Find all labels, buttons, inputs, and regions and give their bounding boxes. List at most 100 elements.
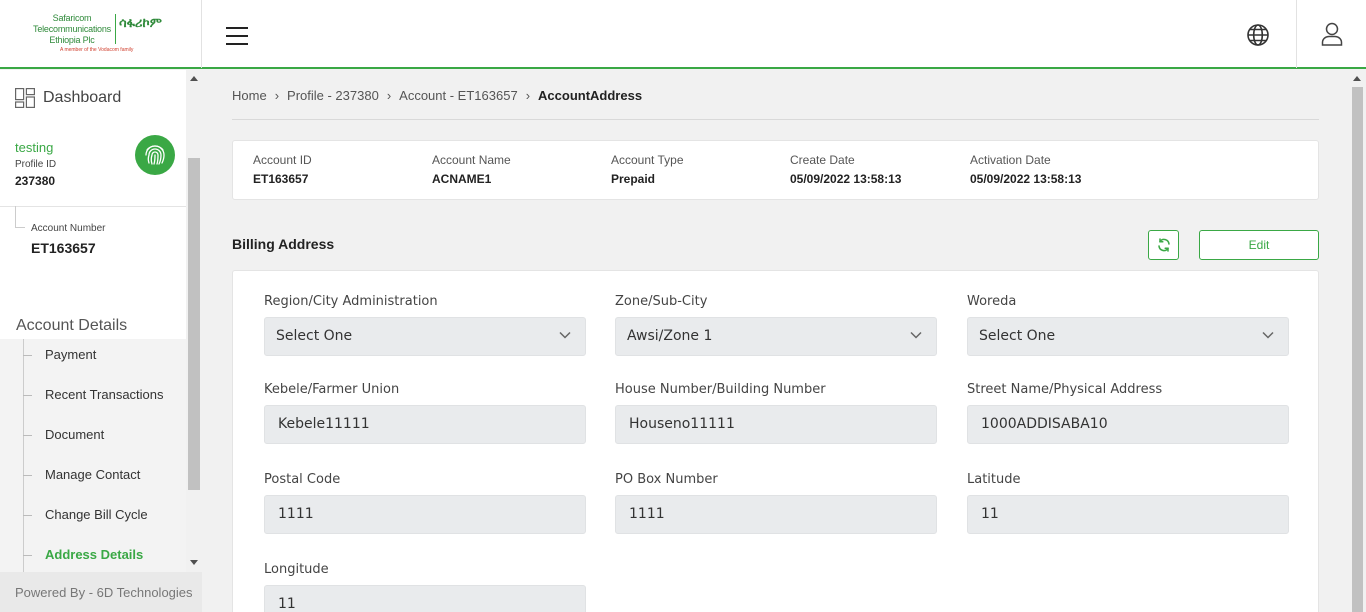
region-label: Region/City Administration [264, 294, 438, 309]
top-header: Safaricom Telecommunications Ethiopia Pl… [0, 0, 1366, 69]
scrollbar-thumb[interactable] [1352, 87, 1363, 612]
scrollbar-thumb[interactable] [188, 158, 200, 490]
region-select[interactable]: Select One [264, 317, 586, 356]
house-number-field[interactable]: Houseno11111 [615, 405, 937, 444]
account-id-label: Account ID [253, 153, 312, 167]
woreda-select[interactable]: Select One [967, 317, 1289, 356]
create-date-label: Create Date [790, 153, 855, 167]
globe-icon[interactable] [1246, 23, 1270, 47]
brand-logo[interactable]: Safaricom Telecommunications Ethiopia Pl… [0, 0, 202, 68]
scroll-down-arrow-icon[interactable] [190, 560, 198, 565]
zone-select[interactable]: Awsi/Zone 1 [615, 317, 937, 356]
tree-tick [23, 395, 32, 396]
account-details-heading: Account Details [16, 317, 128, 334]
fingerprint-icon [135, 135, 175, 175]
zone-label: Zone/Sub-City [615, 294, 708, 309]
sidebar-item-address-details[interactable]: Address Details [45, 547, 143, 562]
kebele-field[interactable]: Kebele11111 [264, 405, 586, 444]
profile-id-label: Profile ID [15, 159, 57, 170]
latitude-field[interactable]: 11 [967, 495, 1289, 534]
breadcrumb-home[interactable]: Home [232, 88, 267, 103]
account-details-menu: Payment Recent Transactions Document Man… [0, 339, 186, 572]
scroll-up-arrow-icon[interactable] [190, 76, 198, 81]
chevron-down-icon [910, 331, 922, 339]
account-name-label: Account Name [432, 153, 511, 167]
postal-code-label: Postal Code [264, 472, 341, 487]
tree-tick [23, 475, 32, 476]
chevron-down-icon [1262, 331, 1274, 339]
activation-date-label: Activation Date [970, 153, 1051, 167]
woreda-label: Woreda [967, 294, 1017, 309]
breadcrumb-divider [232, 119, 1319, 120]
sidebar-divider [0, 206, 186, 207]
house-number-label: House Number/Building Number [615, 382, 826, 397]
scroll-up-arrow-icon[interactable] [1353, 76, 1361, 81]
powered-by-footer: Powered By - 6D Technologies [0, 572, 202, 612]
sidebar-item-change-bill-cycle[interactable]: Change Bill Cycle [45, 507, 148, 522]
brand-name-am: ሳፋሪኮም [119, 16, 162, 31]
zone-select-value: Awsi/Zone 1 [627, 328, 713, 344]
tree-line [23, 339, 24, 572]
breadcrumb: Home › Profile - 237380 › Account - ET16… [232, 88, 642, 103]
user-icon[interactable] [1321, 22, 1343, 46]
sidebar-item-document[interactable]: Document [45, 427, 104, 442]
region-select-value: Select One [276, 328, 353, 344]
account-type-label: Account Type [611, 153, 684, 167]
street-name-field[interactable]: 1000ADDISABA10 [967, 405, 1289, 444]
kebele-label: Kebele/Farmer Union [264, 382, 400, 397]
breadcrumb-account[interactable]: Account - ET163657 [399, 88, 518, 103]
postal-code-field[interactable]: 1111 [264, 495, 586, 534]
brand-tagline: A member of the Vodacom family [60, 47, 134, 53]
dashboard-label: Dashboard [43, 89, 122, 106]
tree-line [15, 227, 25, 228]
account-id-value: ET163657 [253, 172, 309, 186]
tree-tick [23, 515, 32, 516]
latitude-label: Latitude [967, 472, 1021, 487]
activation-date-field: Activation Date 05/09/2022 13:58:13 [970, 153, 1081, 186]
user-menu[interactable] [1296, 0, 1366, 68]
billing-address-form: Region/City Administration Select One Zo… [232, 270, 1319, 612]
activation-date-value: 05/09/2022 13:58:13 [970, 172, 1082, 186]
chevron-right-icon: › [274, 88, 280, 103]
edit-button[interactable]: Edit [1199, 230, 1319, 260]
account-number-value[interactable]: ET163657 [31, 240, 96, 256]
account-id-field: Account ID ET163657 [253, 153, 312, 186]
account-name-field: Account Name ACNAME1 [432, 153, 511, 186]
tree-line [15, 206, 16, 228]
sidebar-item-dashboard[interactable]: Dashboard [15, 87, 121, 109]
breadcrumb-current: AccountAddress [538, 88, 643, 103]
sidebar-item-manage-contact[interactable]: Manage Contact [45, 467, 140, 482]
tree-tick [23, 555, 32, 556]
street-name-label: Street Name/Physical Address [967, 382, 1163, 397]
sidebar-item-payment[interactable]: Payment [45, 347, 96, 362]
main-scrollbar[interactable] [1349, 70, 1366, 612]
refresh-icon [1157, 238, 1170, 252]
account-summary-card: Account ID ET163657 Account Name ACNAME1… [232, 140, 1319, 200]
breadcrumb-profile[interactable]: Profile - 237380 [287, 88, 379, 103]
sidebar-scrollbar[interactable] [186, 70, 202, 572]
po-box-field[interactable]: 1111 [615, 495, 937, 534]
po-box-label: PO Box Number [615, 472, 718, 487]
chevron-right-icon: › [386, 88, 392, 103]
billing-address-title: Billing Address [232, 236, 335, 252]
longitude-field[interactable]: 11 [264, 585, 586, 612]
account-number-label: Account Number [31, 223, 106, 234]
tree-tick [23, 355, 32, 356]
woreda-select-value: Select One [979, 328, 1056, 344]
sidebar: Dashboard testing Profile ID 237380 Acco… [0, 70, 202, 612]
sidebar-item-recent-transactions[interactable]: Recent Transactions [45, 387, 164, 402]
create-date-value: 05/09/2022 13:58:13 [790, 172, 902, 186]
refresh-button[interactable] [1148, 230, 1179, 260]
create-date-field: Create Date 05/09/2022 13:58:13 [790, 153, 901, 186]
logo-divider [115, 14, 116, 44]
menu-icon[interactable] [226, 27, 248, 46]
account-type-value: Prepaid [611, 172, 656, 186]
tree-tick [23, 435, 32, 436]
profile-id-value: 237380 [15, 174, 56, 188]
chevron-right-icon: › [525, 88, 531, 103]
brand-name-en: Safaricom Telecommunications Ethiopia Pl… [33, 13, 111, 45]
dashboard-icon [15, 88, 35, 108]
profile-name[interactable]: testing [15, 140, 53, 155]
account-type-field: Account Type Prepaid [611, 153, 684, 186]
longitude-label: Longitude [264, 562, 329, 577]
